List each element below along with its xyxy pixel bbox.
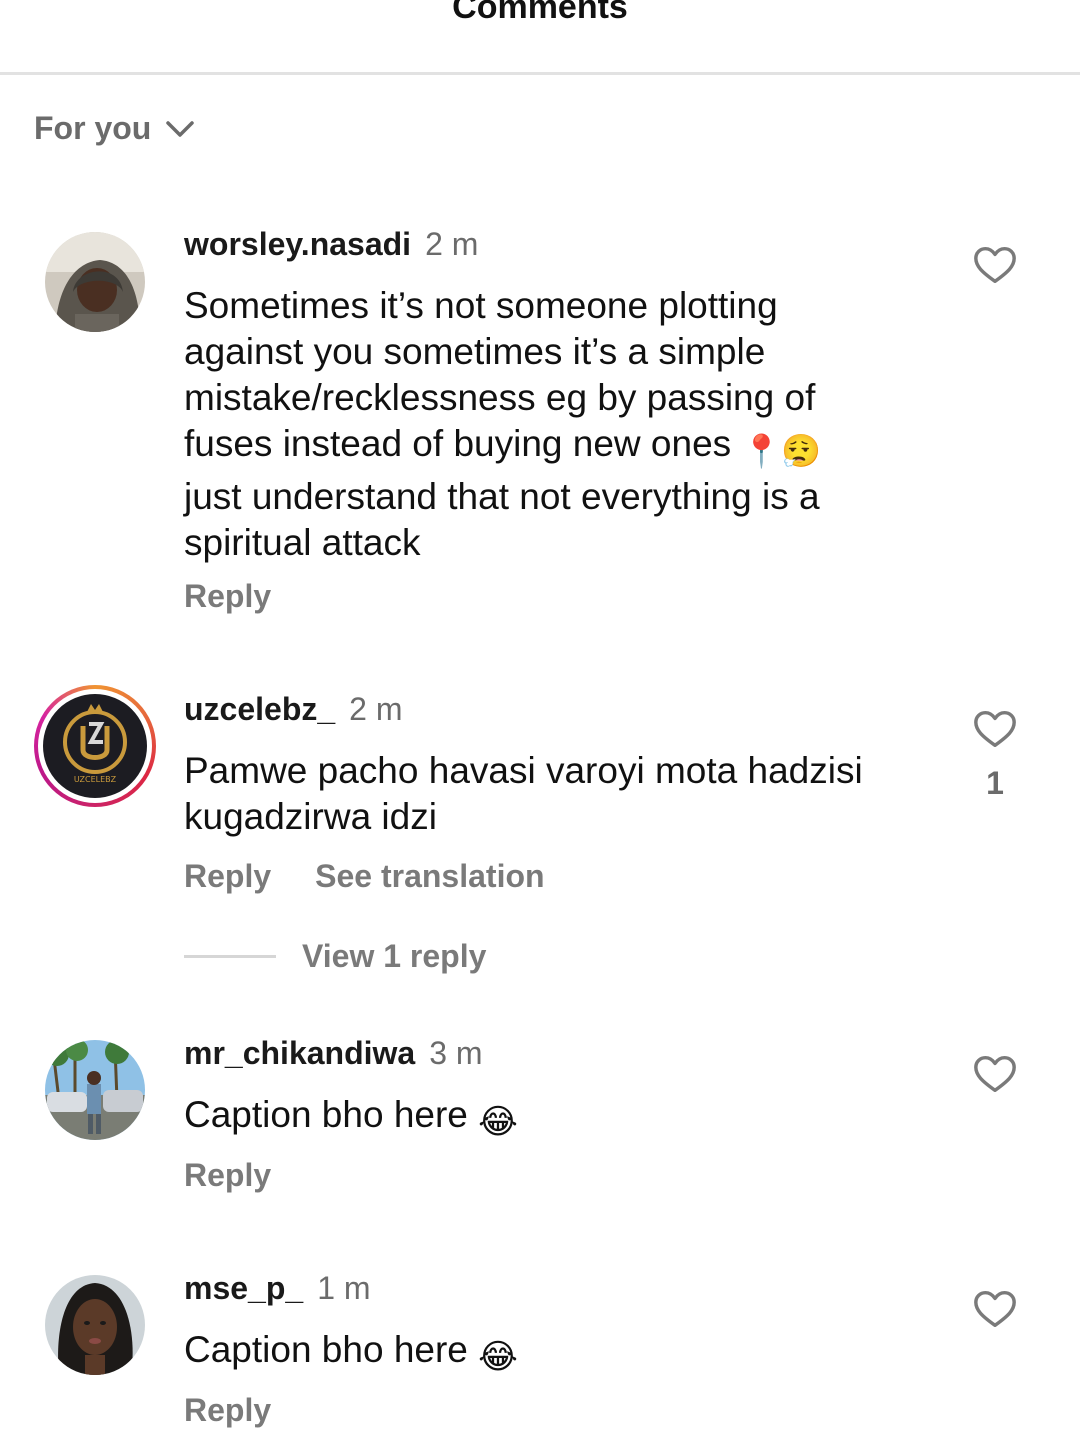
comment-meta: uzcelebz_ 2 m — [184, 691, 403, 728]
svg-text:UZCELEBZ: UZCELEBZ — [74, 775, 117, 784]
header-title: Comments — [452, 0, 628, 26]
comment-actions: Reply — [184, 1392, 271, 1429]
divider-line — [184, 955, 276, 958]
tears-of-joy-emoji: 😂 — [478, 1338, 518, 1376]
username[interactable]: mse_p_ — [184, 1270, 303, 1306]
story-ring-avatar[interactable]: UZCELEBZ — [34, 685, 156, 807]
uzcelebz-logo-avatar: UZCELEBZ — [43, 694, 147, 798]
comment-text: Sometimes it’s not someone plotting agai… — [184, 283, 904, 566]
tears-of-joy-emoji: 😂 — [478, 1103, 518, 1141]
user-avatar[interactable] — [45, 1275, 145, 1375]
username[interactable]: uzcelebz_ — [184, 691, 335, 727]
see-translation-button[interactable]: See translation — [315, 858, 544, 894]
view-replies-button[interactable]: View 1 reply — [184, 938, 486, 975]
comment-text: Caption bho here 😂 — [184, 1327, 904, 1380]
exhaling-face-emoji: 😮‍💨 — [781, 433, 822, 469]
comment-line: mistake/recklessness eg by passing of — [184, 377, 816, 418]
comment-text: Pamwe pacho havasi varoyi mota hadzisi k… — [184, 748, 904, 840]
heart-icon[interactable] — [972, 242, 1018, 288]
user-avatar[interactable] — [45, 1040, 145, 1140]
user-avatar[interactable] — [45, 232, 145, 332]
comment-line: spiritual attack — [184, 522, 421, 563]
comment-line: Sometimes it’s not someone plotting — [184, 285, 778, 326]
comment-line-with-emoji: fuses instead of buying new ones 📍😮‍💨 — [184, 421, 904, 474]
comment-line: against you sometimes it’s a simple — [184, 331, 766, 372]
round-pushpin-emoji: 📍 — [741, 433, 782, 469]
comment-meta: worsley.nasadi 2 m — [184, 226, 478, 263]
sort-label: For you — [34, 110, 152, 146]
heart-icon[interactable] — [972, 706, 1018, 752]
comment-line: Caption bho here — [184, 1329, 468, 1370]
comment-line: just understand that not everything is a — [184, 476, 820, 517]
reply-button[interactable]: Reply — [184, 858, 271, 894]
heart-icon[interactable] — [972, 1286, 1018, 1332]
comment-actions: Reply — [184, 578, 271, 615]
comments-header: Comments — [0, 0, 1080, 75]
timestamp: 2 m — [425, 226, 479, 262]
comment-line: Caption bho here — [184, 1094, 468, 1135]
comment-actions: Reply — [184, 1157, 271, 1194]
reply-button[interactable]: Reply — [184, 578, 271, 614]
reply-button[interactable]: Reply — [184, 1392, 271, 1428]
timestamp: 1 m — [317, 1270, 371, 1306]
comment-meta: mse_p_ 1 m — [184, 1270, 371, 1307]
username[interactable]: mr_chikandiwa — [184, 1035, 415, 1071]
sort-dropdown[interactable]: For you — [34, 110, 195, 147]
heart-icon[interactable] — [972, 1051, 1018, 1097]
chevron-down-icon — [165, 119, 195, 139]
view-replies-label: View 1 reply — [302, 938, 487, 974]
comment-text: Caption bho here 😂 — [184, 1092, 904, 1145]
timestamp: 3 m — [429, 1035, 483, 1071]
timestamp: 2 m — [349, 691, 403, 727]
comment-actions: Reply See translation — [184, 858, 545, 895]
comment-line: kugadzirwa idzi — [184, 796, 437, 837]
reply-button[interactable]: Reply — [184, 1157, 271, 1193]
comment-meta: mr_chikandiwa 3 m — [184, 1035, 483, 1072]
comment-line: Pamwe pacho havasi varoyi mota hadzisi — [184, 750, 863, 791]
username[interactable]: worsley.nasadi — [184, 226, 411, 262]
like-count: 1 — [986, 765, 1004, 801]
